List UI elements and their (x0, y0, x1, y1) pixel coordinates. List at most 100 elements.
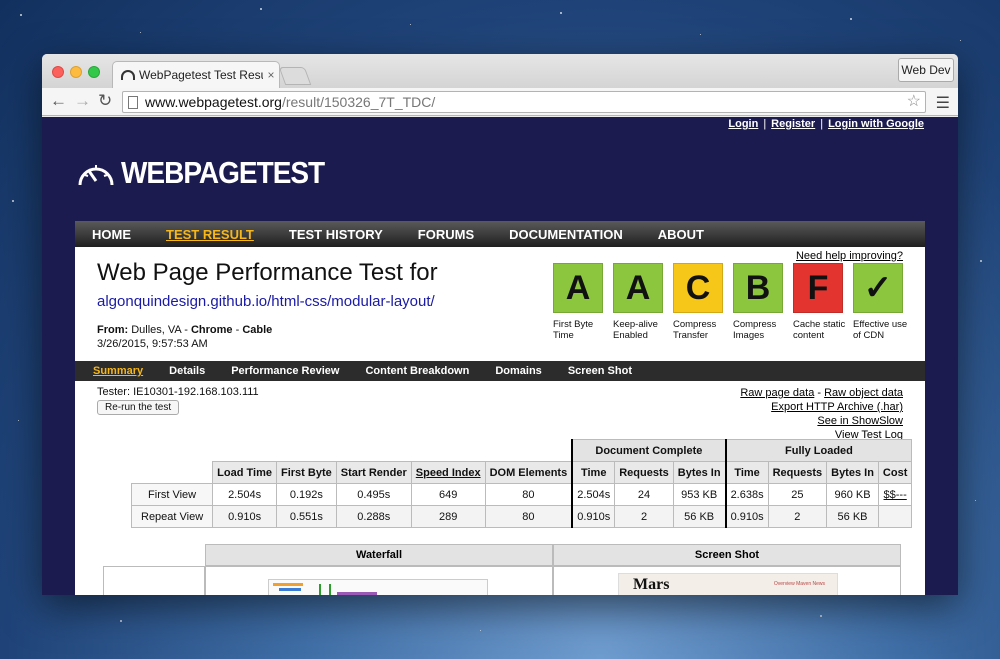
table-cell: 2.638s (724, 483, 769, 506)
login-link[interactable]: Login (728, 118, 758, 130)
waterfall-thumbnail[interactable] (268, 579, 488, 595)
subnav-screen-shot[interactable]: Screen Shot (568, 365, 632, 377)
waterfall-cell (205, 566, 553, 595)
nav-documentation[interactable]: DOCUMENTATION (509, 227, 623, 242)
col-speed-index[interactable]: Speed Index (410, 461, 486, 484)
table-cell: 25 (767, 483, 828, 506)
address-bar[interactable]: www.webpagetest.org/result/150326_7T_TDC… (122, 91, 926, 113)
table-cell: 80 (484, 483, 573, 506)
table-cell: 0.910s (212, 505, 277, 528)
nav-forums[interactable]: FORUMS (418, 227, 474, 242)
minimize-window-button[interactable] (70, 66, 82, 78)
table-cell: 24 (614, 483, 674, 506)
browser-tab[interactable]: WebPagetest Test Result - × (112, 61, 280, 88)
waterfall-header: Waterfall (205, 544, 553, 566)
export-har-link[interactable]: Export HTTP Archive (.har) (771, 401, 903, 413)
table-cell: 0.192s (275, 483, 337, 506)
table-cell: 2.504s (212, 483, 277, 506)
grade-label: First Byte Time (553, 319, 594, 341)
site-logo[interactable]: WEBPAGETEST (77, 155, 325, 190)
bookmark-star-icon[interactable]: ☆ (907, 92, 921, 112)
result-panel: Need help improving? Web Page Performanc… (75, 247, 925, 595)
register-link[interactable]: Register (771, 118, 815, 130)
col-doc-time: Time (571, 461, 616, 484)
sub-nav: Summary Details Performance Review Conte… (75, 361, 925, 381)
table-cell: 2 (614, 505, 674, 528)
raw-page-data-link[interactable]: Raw page data (740, 387, 814, 399)
nav-test-result[interactable]: TEST RESULT (166, 227, 254, 242)
from-location: Dulles, VA (131, 324, 182, 336)
grade-box: A (553, 263, 603, 313)
login-google-link[interactable]: Login with Google (828, 118, 924, 130)
col-doc-requests: Requests (614, 461, 674, 484)
grade-cdn[interactable]: ✓ Effective use of CDN (853, 263, 913, 341)
page-icon (128, 96, 138, 109)
table-cell: 960 KB (826, 483, 879, 506)
table-cell: 0.288s (335, 505, 412, 528)
nav-about[interactable]: ABOUT (658, 227, 704, 242)
close-tab-icon[interactable]: × (263, 68, 279, 82)
table-spacer (132, 462, 213, 484)
subnav-performance-review[interactable]: Performance Review (231, 365, 339, 377)
table-cell (877, 505, 913, 528)
screenshot-cell: Mars Overview Maven News (553, 566, 901, 595)
subnav-domains[interactable]: Domains (495, 365, 541, 377)
grade-compress-images[interactable]: B Compress Images (733, 263, 793, 341)
from-connection: Cable (242, 324, 273, 336)
speedometer-icon (121, 70, 135, 80)
grade-box: F (793, 263, 843, 313)
nav-home[interactable]: HOME (92, 227, 131, 242)
col-full-requests: Requests (767, 461, 828, 484)
back-icon[interactable]: ← (50, 91, 67, 111)
col-full-time: Time (724, 461, 769, 484)
test-location: From: Dulles, VA - Chrome - Cable (97, 324, 272, 336)
grade-compress-transfer[interactable]: C Compress Transfer (673, 263, 733, 341)
table-cell: 56 KB (826, 505, 879, 528)
table-cell: 56 KB (672, 505, 727, 528)
url-host: www.webpagetest.org (145, 94, 282, 110)
tester-value: IE10301-192.168.103.111 (133, 386, 259, 398)
row-label: First View (130, 483, 214, 506)
grade-cache-static[interactable]: F Cache static content (793, 263, 853, 341)
screenshot-nav: Overview Maven News (773, 581, 825, 587)
grade-keep-alive[interactable]: A Keep-alive Enabled (613, 263, 673, 341)
profile-button[interactable]: Web Dev (898, 58, 954, 82)
nav-test-history[interactable]: TEST HISTORY (289, 227, 383, 242)
export-links: Raw page data - Raw object data Export H… (740, 386, 903, 442)
table-cell: 0.551s (275, 505, 337, 528)
grade-label: Effective use of CDN (853, 319, 908, 341)
table-cell: 80 (484, 505, 573, 528)
separator: | (820, 118, 824, 130)
table-cell: 0.495s (335, 483, 412, 506)
showslow-link[interactable]: See in ShowSlow (817, 415, 903, 427)
table-row: First View 2.504s 0.192s 0.495s 649 80 2… (130, 483, 913, 506)
grade-label: Cache static content (793, 319, 846, 341)
from-browser: Chrome (190, 324, 233, 336)
grades-list: A First Byte Time A Keep-alive Enabled C… (553, 263, 913, 341)
col-first-byte: First Byte (275, 461, 337, 484)
media-row-label (103, 566, 205, 595)
subnav-content-breakdown[interactable]: Content Breakdown (365, 365, 469, 377)
separator: - (235, 324, 240, 336)
cost-link[interactable]: $$--- (877, 483, 913, 506)
tested-url-link[interactable]: algonquindesign.github.io/html-css/modul… (97, 293, 435, 310)
forward-icon[interactable]: → (74, 91, 91, 111)
menu-icon[interactable]: ☰ (936, 93, 950, 113)
close-window-button[interactable] (52, 66, 64, 78)
reload-icon[interactable]: ↻ (98, 91, 112, 111)
subnav-summary[interactable]: Summary (93, 365, 143, 377)
rerun-button[interactable]: Re-run the test (97, 400, 180, 415)
account-links: Login | Register | Login with Google (728, 118, 924, 130)
table-spacer (132, 440, 573, 462)
table-cell: 2.504s (571, 483, 616, 506)
help-link[interactable]: Need help improving? (796, 250, 903, 262)
new-tab-button[interactable] (278, 67, 312, 85)
zoom-window-button[interactable] (88, 66, 100, 78)
screenshot-thumbnail[interactable]: Mars Overview Maven News (618, 573, 838, 595)
grade-first-byte[interactable]: A First Byte Time (553, 263, 613, 341)
subnav-details[interactable]: Details (169, 365, 205, 377)
separator: - (817, 387, 822, 399)
raw-object-data-link[interactable]: Raw object data (824, 387, 903, 399)
browser-window: WebPagetest Test Result - × Web Dev ← → … (42, 54, 958, 595)
media-header: Waterfall Screen Shot (205, 544, 901, 566)
